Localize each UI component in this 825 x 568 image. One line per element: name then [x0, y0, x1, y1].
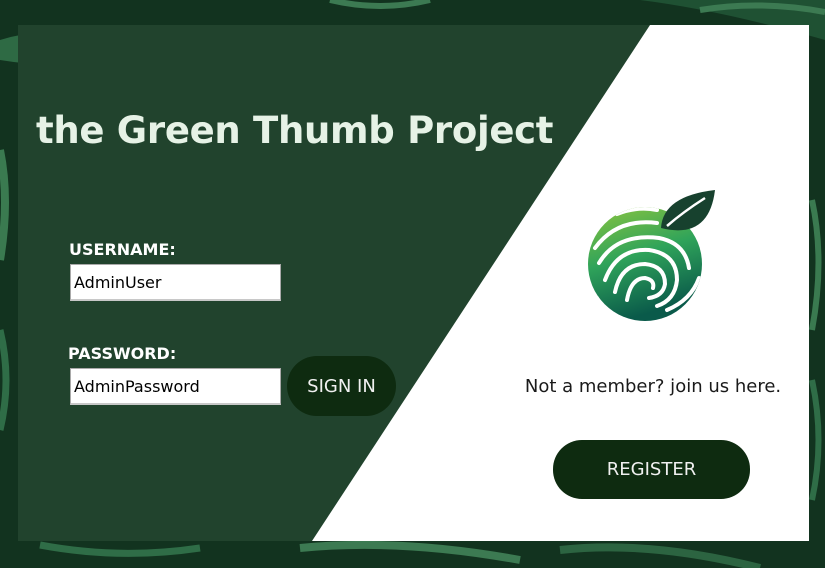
login-card: the Green Thumb Project USERNAME: PASSWO…: [18, 25, 809, 541]
password-field[interactable]: [70, 368, 281, 405]
password-label: PASSWORD:: [68, 344, 177, 363]
username-label: USERNAME:: [69, 240, 176, 259]
join-prompt: Not a member? join us here.: [524, 376, 782, 397]
fingerprint-leaf-logo-icon: [588, 190, 715, 321]
register-button[interactable]: REGISTER: [553, 440, 750, 499]
page-title: the Green Thumb Project: [36, 109, 554, 152]
username-field[interactable]: [70, 264, 281, 301]
sign-in-button[interactable]: SIGN IN: [287, 356, 396, 416]
